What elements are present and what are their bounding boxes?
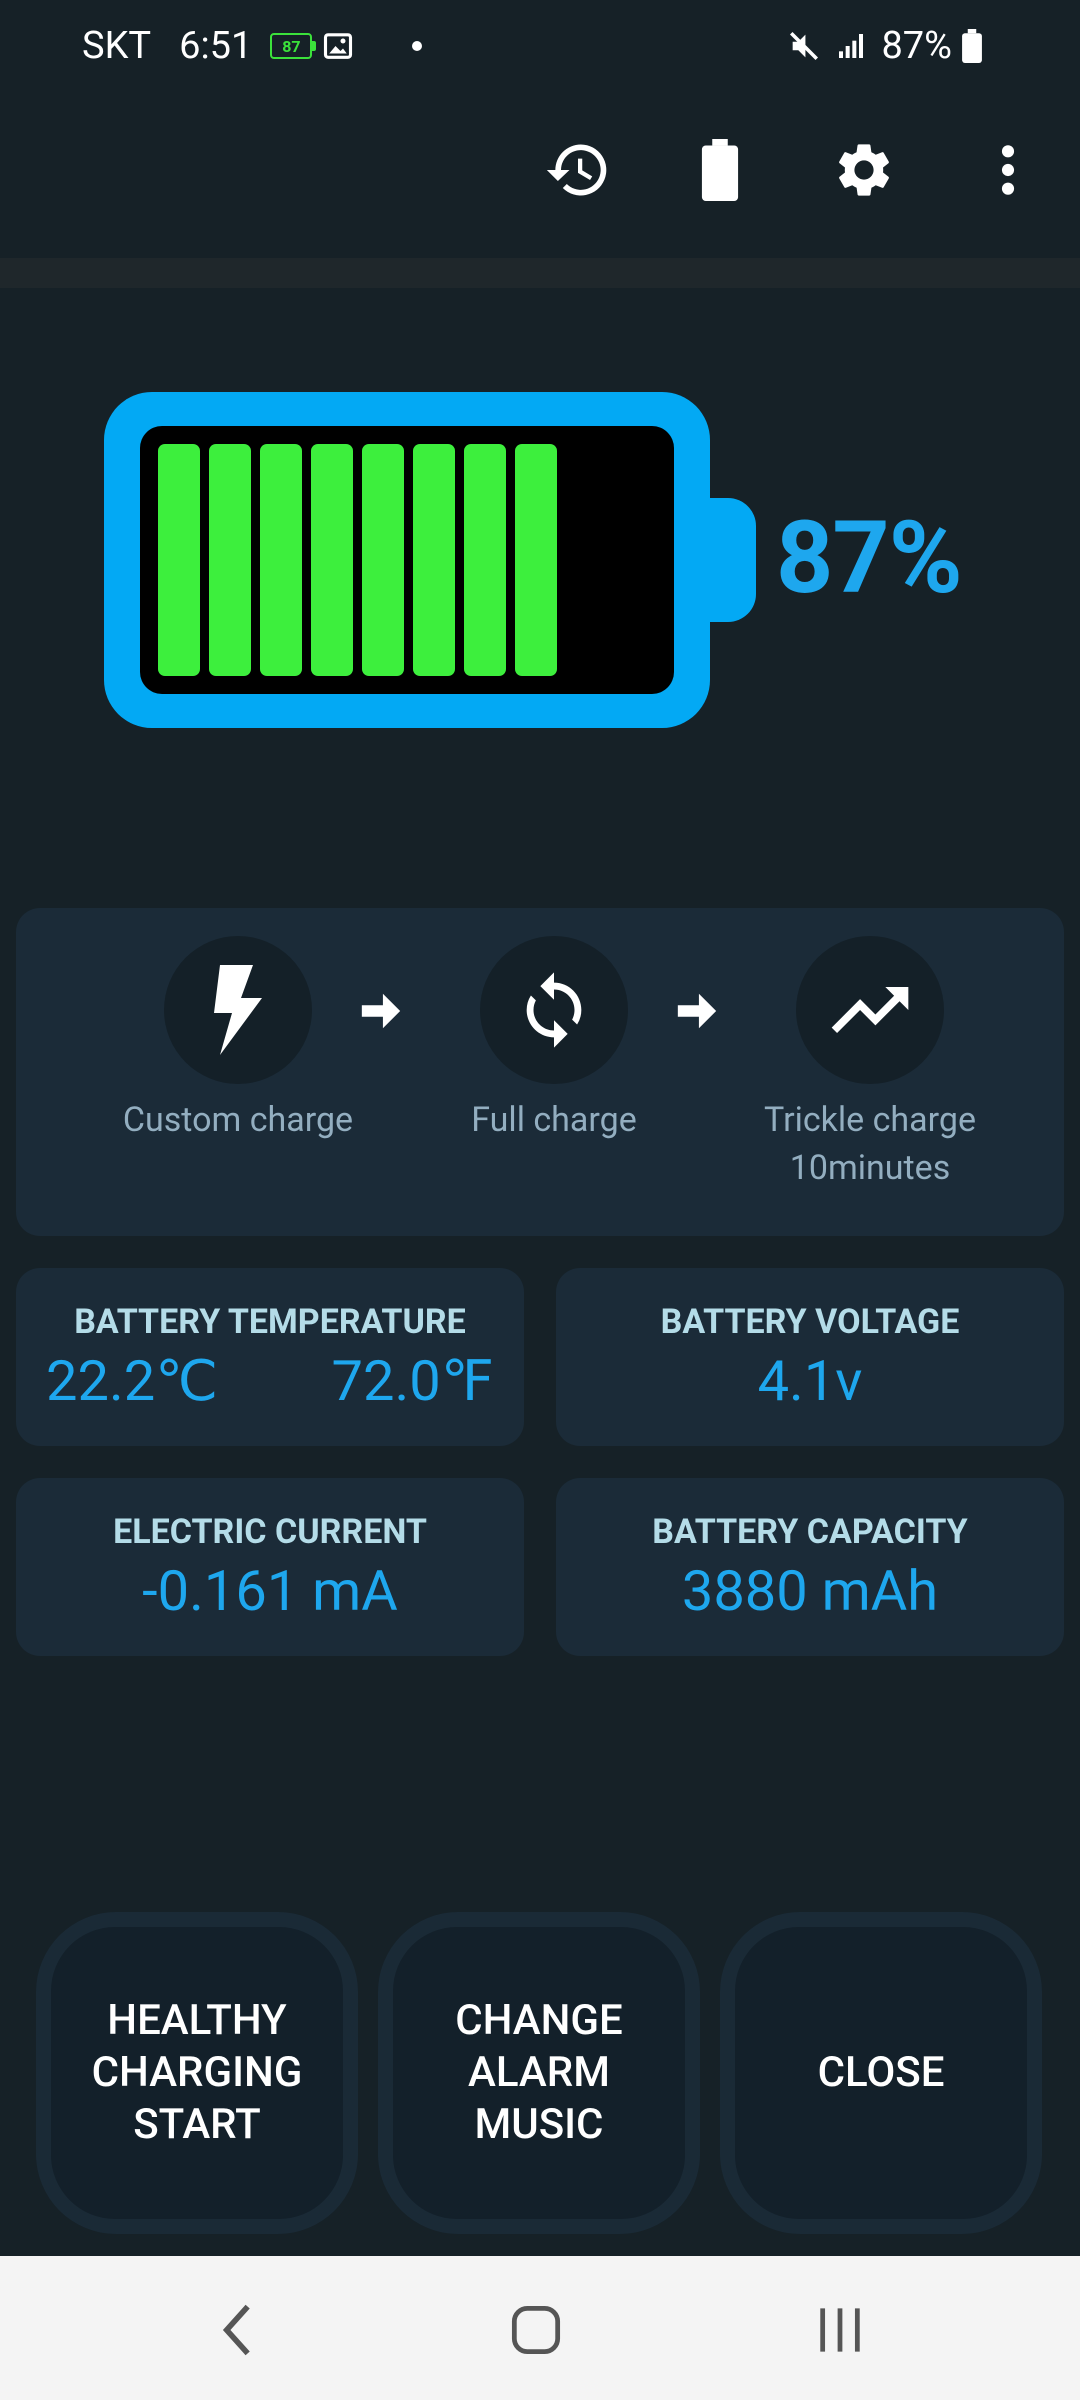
current-card: ELECTRIC CURRENT -0.161 mA xyxy=(16,1478,524,1656)
nav-home-button[interactable] xyxy=(496,2300,576,2360)
capacity-title: BATTERY CAPACITY xyxy=(652,1512,968,1552)
more-notifications-dot xyxy=(412,41,423,51)
charging-process-card: Custom charge Full charge Trickle charge… xyxy=(16,908,1064,1236)
battery-percent-status: 87% xyxy=(881,24,952,68)
voltage-value: 4.1v xyxy=(757,1348,863,1414)
battery-frame xyxy=(104,392,710,728)
battery-info-button[interactable] xyxy=(680,130,760,210)
history-icon xyxy=(546,144,607,196)
battery-level-bar xyxy=(413,444,455,676)
temperature-celsius: 22.2℃ xyxy=(46,1348,219,1414)
battery-percent-label: 87% xyxy=(776,500,963,617)
battery-level-bar xyxy=(464,444,506,676)
temperature-fahrenheit: 72.0℉ xyxy=(331,1348,494,1414)
battery-graphic xyxy=(104,392,764,732)
settings-button[interactable] xyxy=(824,130,904,210)
toolbar-shadow-divider xyxy=(0,258,1080,288)
close-button[interactable]: CLOSE xyxy=(720,1912,1042,2234)
temperature-card: BATTERY TEMPERATURE 22.2℃ 72.0℉ xyxy=(16,1268,524,1446)
current-title: ELECTRIC CURRENT xyxy=(113,1512,427,1552)
more-vert-icon xyxy=(1001,145,1015,195)
history-button[interactable] xyxy=(538,130,618,210)
battery-icon xyxy=(701,139,739,201)
temperature-values: 22.2℃ 72.0℉ xyxy=(16,1348,524,1414)
capacity-value: 3880 mAh xyxy=(681,1558,939,1624)
nav-back-button[interactable] xyxy=(196,2300,276,2360)
step-circle xyxy=(164,936,312,1084)
system-navigation-bar xyxy=(0,2256,1080,2400)
arrow-right-icon xyxy=(361,993,401,1029)
battery-level-area xyxy=(140,426,674,694)
step-label: Trickle charge 10minutes xyxy=(764,1100,976,1188)
battery-level-bar xyxy=(515,444,557,676)
current-value: -0.161 mA xyxy=(142,1558,398,1624)
trending-up-icon xyxy=(831,987,909,1033)
lightning-bolt-icon xyxy=(214,965,262,1055)
battery-terminal xyxy=(696,498,756,622)
close-label: CLOSE xyxy=(735,1927,1027,2219)
status-bar: SKT 6:51 87 87% xyxy=(0,0,1080,96)
battery-level-bar xyxy=(209,444,251,676)
step-trickle-charge: Trickle charge 10minutes xyxy=(740,936,1000,1192)
signal-icon xyxy=(839,34,864,58)
step-label: Full charge xyxy=(471,1100,637,1140)
arrow-right-icon xyxy=(677,993,717,1029)
change-alarm-music-button[interactable]: CHANGE ALARM MUSIC xyxy=(378,1912,700,2234)
capacity-card: BATTERY CAPACITY 3880 mAh xyxy=(556,1478,1064,1656)
voltage-card: BATTERY VOLTAGE 4.1v xyxy=(556,1268,1064,1446)
temperature-title: BATTERY TEMPERATURE xyxy=(74,1302,466,1342)
status-bar-left: SKT 6:51 87 xyxy=(82,24,423,68)
notification-battery-value: 87 xyxy=(282,36,301,56)
home-icon xyxy=(511,2305,561,2355)
gallery-notification-icon xyxy=(324,33,353,59)
sync-icon xyxy=(526,972,582,1048)
carrier-label: SKT xyxy=(82,24,152,68)
voltage-title: BATTERY VOLTAGE xyxy=(660,1302,960,1342)
recents-icon xyxy=(820,2308,860,2352)
healthy-charging-start-button[interactable]: HEALTHY CHARGING START xyxy=(36,1912,358,2234)
status-battery-icon xyxy=(962,29,982,63)
status-bar-right: 87% xyxy=(787,24,998,68)
battery-level-bar xyxy=(158,444,200,676)
back-icon xyxy=(222,2304,250,2356)
step-custom-charge: Custom charge xyxy=(108,936,368,1144)
step-label: Custom charge xyxy=(122,1100,354,1140)
nav-recents-button[interactable] xyxy=(800,2300,880,2360)
step-circle xyxy=(796,936,944,1084)
battery-level-bar xyxy=(362,444,404,676)
battery-level-bar xyxy=(311,444,353,676)
battery-level-bar xyxy=(260,444,302,676)
step-circle xyxy=(480,936,628,1084)
healthy-charging-start-label: HEALTHY CHARGING START xyxy=(51,1927,343,2219)
change-alarm-music-label: CHANGE ALARM MUSIC xyxy=(393,1927,685,2219)
clock: 6:51 xyxy=(179,24,253,68)
notification-battery-icon: 87 xyxy=(270,33,317,59)
settings-icon xyxy=(839,144,889,196)
step-full-charge: Full charge xyxy=(424,936,684,1144)
overflow-menu-button[interactable] xyxy=(968,130,1048,210)
app-toolbar xyxy=(0,96,1080,246)
mute-icon xyxy=(790,31,819,61)
